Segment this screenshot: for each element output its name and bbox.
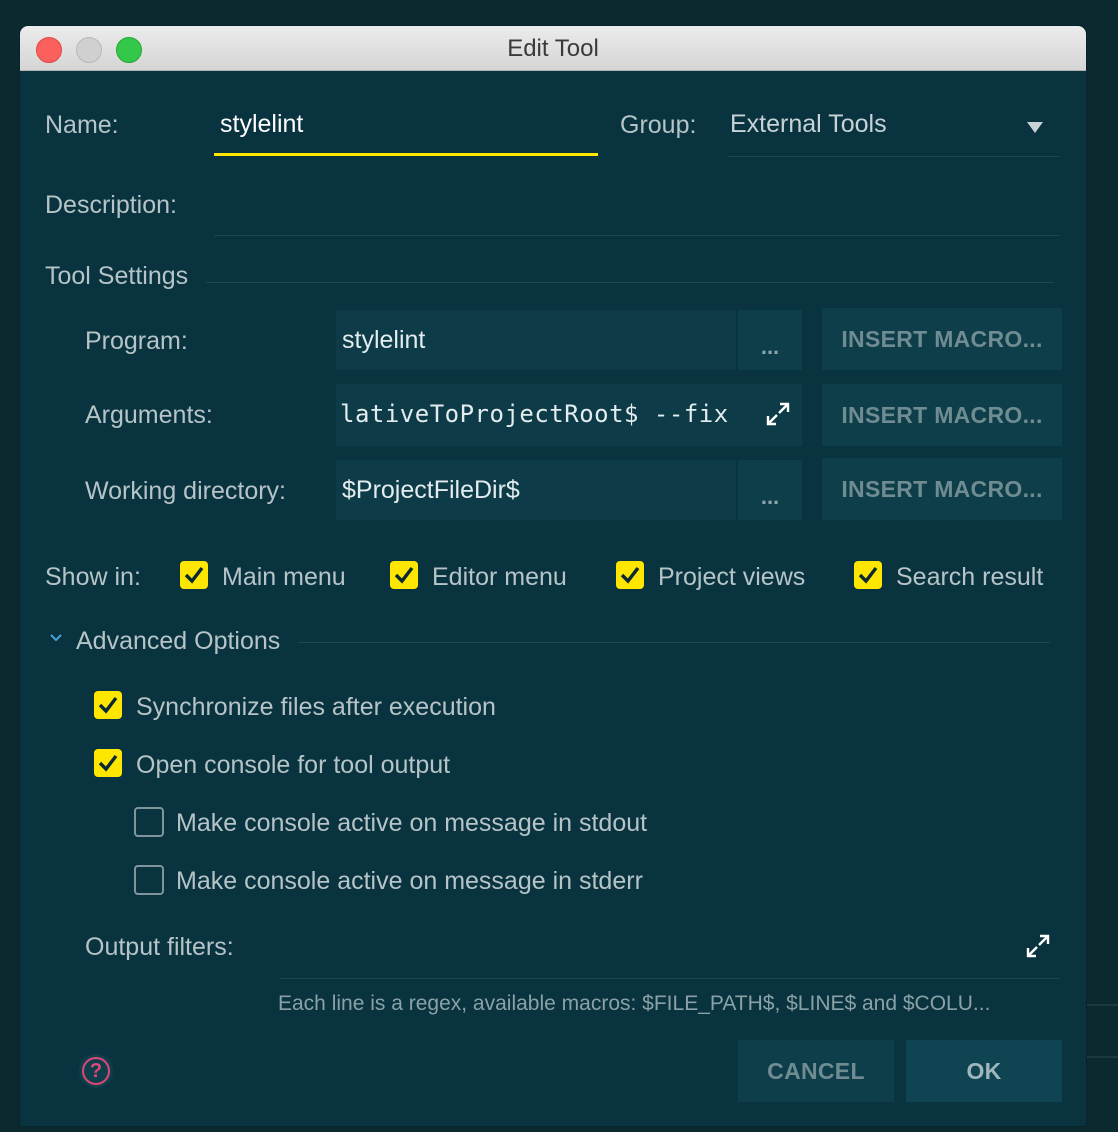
- program-label: Program:: [85, 327, 188, 355]
- name-focus-underline: [214, 153, 598, 156]
- tool-settings-heading: Tool Settings: [45, 262, 189, 290]
- program-insert-macro-button[interactable]: INSERT MACRO...: [822, 308, 1062, 370]
- expand-icon[interactable]: [764, 400, 792, 428]
- window-title: Edit Tool: [507, 35, 599, 62]
- description-label: Description:: [45, 191, 177, 219]
- console-stdout-label[interactable]: Make console active on message in stdout: [176, 809, 647, 838]
- group-select[interactable]: External Tools: [728, 104, 1060, 157]
- program-value: stylelint: [342, 326, 426, 354]
- group-underline: [728, 156, 1060, 157]
- checkmark-icon: [184, 566, 204, 584]
- background-divider: [1086, 1004, 1118, 1006]
- checkmark-icon: [98, 754, 118, 772]
- open-console-label[interactable]: Open console for tool output: [136, 751, 450, 780]
- arguments-insert-macro-button[interactable]: INSERT MACRO...: [822, 384, 1062, 446]
- chevron-down-icon: [1027, 122, 1043, 133]
- name-value: stylelint: [220, 110, 304, 138]
- program-field[interactable]: stylelint: [336, 310, 736, 370]
- output-filters-underline: [280, 978, 1060, 979]
- console-stderr-checkbox[interactable]: [134, 865, 164, 895]
- working-directory-label: Working directory:: [85, 477, 286, 505]
- output-filters-field[interactable]: [280, 926, 1060, 979]
- ok-button[interactable]: OK: [906, 1040, 1062, 1102]
- name-field[interactable]: stylelint: [214, 104, 598, 156]
- background-divider: [1086, 1056, 1118, 1058]
- program-browse-button[interactable]: ...: [738, 310, 802, 370]
- main-menu-label[interactable]: Main menu: [222, 563, 346, 592]
- working-directory-value: $ProjectFileDir$: [342, 476, 520, 504]
- title-bar[interactable]: Edit Tool: [20, 26, 1086, 71]
- working-directory-field[interactable]: $ProjectFileDir$: [336, 460, 736, 520]
- expand-icon[interactable]: [1024, 932, 1052, 960]
- description-underline: [214, 235, 1060, 236]
- cancel-button[interactable]: CANCEL: [738, 1040, 894, 1102]
- editor-menu-label[interactable]: Editor menu: [432, 563, 567, 592]
- synchronize-files-label[interactable]: Synchronize files after execution: [136, 693, 496, 722]
- help-button[interactable]: ?: [79, 1054, 113, 1088]
- working-directory-insert-macro-button[interactable]: INSERT MACRO...: [822, 458, 1062, 520]
- advanced-options-heading[interactable]: Advanced Options: [76, 627, 280, 656]
- checkmark-icon: [858, 566, 878, 584]
- search-result-checkbox[interactable]: [854, 561, 882, 589]
- working-directory-browse-button[interactable]: ...: [738, 460, 802, 520]
- synchronize-files-checkbox[interactable]: [94, 691, 122, 719]
- console-stdout-checkbox[interactable]: [134, 807, 164, 837]
- name-label: Name:: [45, 111, 119, 139]
- main-menu-checkbox[interactable]: [180, 561, 208, 589]
- help-icon: ?: [82, 1057, 110, 1085]
- project-views-label[interactable]: Project views: [658, 563, 805, 592]
- project-views-checkbox[interactable]: [616, 561, 644, 589]
- open-console-checkbox[interactable]: [94, 749, 122, 777]
- arguments-field[interactable]: lativeToProjectRoot$ --fix: [336, 384, 802, 446]
- output-filters-label: Output filters:: [85, 933, 234, 961]
- console-stderr-label[interactable]: Make console active on message in stderr: [176, 867, 643, 896]
- checkmark-icon: [98, 696, 118, 714]
- edit-tool-dialog: Edit Tool Name: stylelint Group: Externa…: [20, 26, 1086, 1126]
- editor-menu-checkbox[interactable]: [390, 561, 418, 589]
- checkmark-icon: [394, 566, 414, 584]
- group-label: Group:: [620, 111, 697, 139]
- chevron-down-icon[interactable]: [48, 632, 64, 644]
- arguments-value: lativeToProjectRoot$ --fix: [340, 400, 729, 428]
- description-field[interactable]: [214, 186, 1060, 236]
- show-in-label: Show in:: [45, 563, 141, 591]
- tool-settings-separator: [206, 282, 1054, 283]
- output-filters-hint: Each line is a regex, available macros: …: [278, 992, 991, 1015]
- search-result-label[interactable]: Search result: [896, 563, 1043, 592]
- group-value: External Tools: [730, 110, 887, 138]
- advanced-options-separator: [298, 642, 1050, 643]
- checkmark-icon: [620, 566, 640, 584]
- arguments-label: Arguments:: [85, 401, 213, 429]
